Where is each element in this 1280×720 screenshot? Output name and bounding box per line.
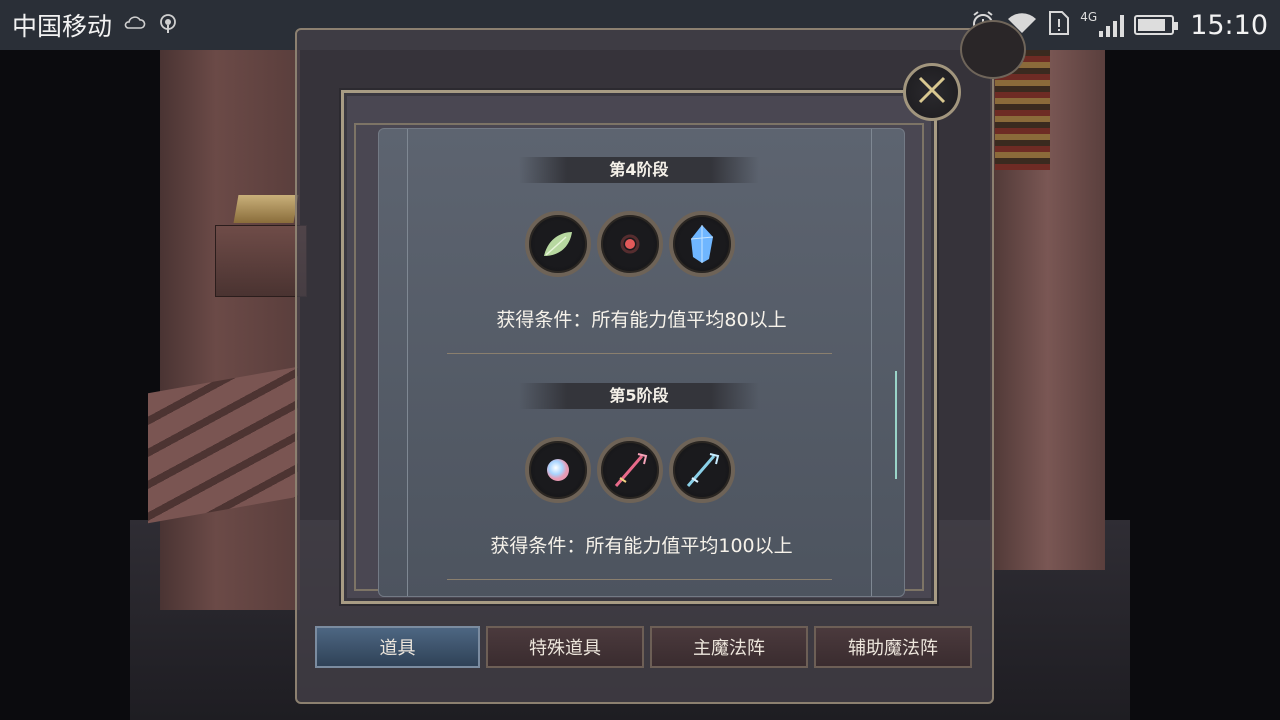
tab-main-magic-circle[interactable]: 主魔法阵 [650,626,808,668]
panel-rule-right [871,129,872,596]
stage-5-items [525,437,735,503]
sim-alert-icon [1048,10,1070,41]
stage-4-title: 第4阶段 [519,157,759,183]
tab-special-items[interactable]: 特殊道具 [486,626,644,668]
blue-crystal-item-icon[interactable] [669,211,735,277]
tab-label: 主魔法阵 [693,638,765,659]
stage-4-condition: 获得条件：所有能力值平均80以上 [496,309,787,331]
scrollbar[interactable] [895,371,897,479]
tab-label: 道具 [379,638,416,659]
close-button[interactable] [903,63,961,121]
panel-rule-left [407,129,408,596]
scene-desk [215,225,307,297]
battery-icon [1134,15,1179,35]
tab-items[interactable]: 道具 [315,626,480,668]
battery-fill [1138,19,1166,31]
blue-sword-item-icon[interactable] [669,437,735,503]
leaf-item-icon[interactable] [525,211,591,277]
status-bar-left: 中国移动 [12,7,180,43]
stage-4-items [525,211,735,277]
tab-label: 辅助魔法阵 [848,638,938,659]
cloud-sun-icon [122,13,146,38]
network-type: 4G [1080,10,1098,24]
hotspot-icon [156,11,180,40]
scene-book [233,195,299,223]
stage-divider [447,353,832,354]
stage-list-panel[interactable]: 第4阶段 获得条件：所有能力值平均80以上 第5阶段 获得条件：所有能力值平均1… [378,128,905,597]
red-sword-item-icon[interactable] [597,437,663,503]
scene-stairs [148,366,298,524]
stage-divider [447,579,832,580]
background-close-button [960,20,1026,79]
pearl-orb-item-icon[interactable] [525,437,591,503]
scene-wall-left [160,50,300,610]
tab-sub-magic-circle[interactable]: 辅助魔法阵 [814,626,972,668]
status-time: 15:10 [1190,9,1268,41]
tab-label: 特殊道具 [529,638,601,659]
stage-5-condition: 获得条件：所有能力值平均100以上 [490,535,793,557]
signal-strength-icon [1099,13,1125,37]
close-icon [914,72,950,112]
carrier-name: 中国移动 [12,12,113,41]
bottom-tab-bar: 道具 特殊道具 主魔法阵 辅助魔法阵 [315,626,972,668]
stage-5-title: 第5阶段 [519,383,759,409]
red-orb-item-icon[interactable] [597,211,663,277]
